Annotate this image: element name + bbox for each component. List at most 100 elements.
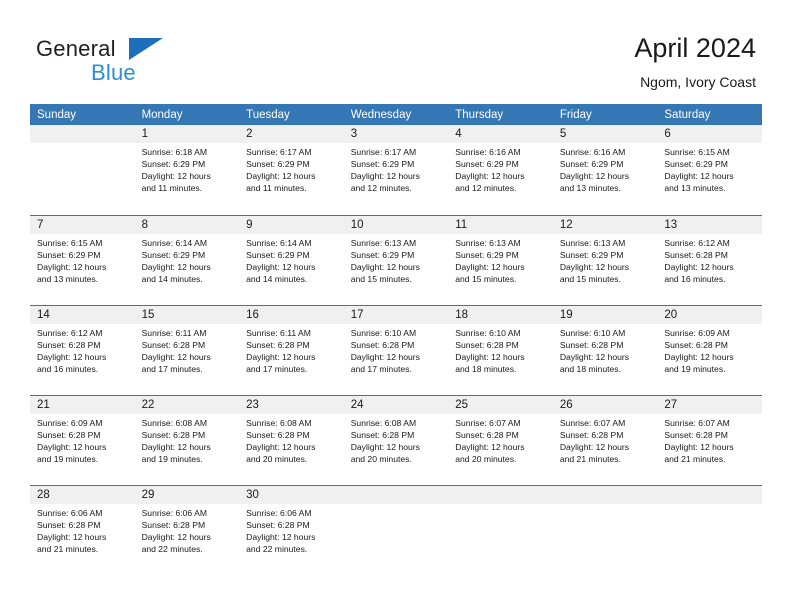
sunrise-time: Sunrise: 6:16 AM bbox=[559, 147, 626, 157]
calendar-day-cell[interactable]: 5 Sunrise: 6:16 AM Sunset: 6:29 PM Daylight… bbox=[552, 125, 658, 215]
calendar-day-cell[interactable]: 18 Sunrise: 6:10 AM Sunset: 6:28 PM Dayligh… bbox=[448, 304, 553, 395]
day-number bbox=[30, 125, 135, 143]
sunrise-time: Sunrise: 6:10 AM bbox=[350, 327, 417, 338]
daylight-duration-line2: and 18 minutes. bbox=[559, 363, 621, 374]
sunrise-time: Sunrise: 6:14 AM bbox=[141, 237, 208, 248]
sunrise-time: Sunrise: 6:10 AM bbox=[559, 327, 626, 338]
calendar-cell-empty bbox=[343, 484, 449, 575]
daylight-duration-line1: Daylight: 12 hours bbox=[246, 441, 316, 452]
sunrise-time: Sunrise: 6:17 AM bbox=[350, 147, 417, 157]
calendar-week-row: 21 Sunrise: 6:09 AM Sunset: 6:28 PM Dayligh… bbox=[30, 394, 762, 485]
daylight-duration-line1: Daylight: 12 hours bbox=[141, 261, 211, 272]
daylight-duration-line1: Daylight: 12 hours bbox=[559, 261, 630, 272]
calendar-week-row: 28 Sunrise: 6:06 AM Sunset: 6:28 PM Dayligh… bbox=[30, 484, 762, 575]
calendar-day-cell[interactable]: 26 Sunrise: 6:07 AM Sunset: 6:28 PM Dayligh… bbox=[552, 394, 658, 485]
calendar-day-cell[interactable]: 4 Sunrise: 6:16 AM Sunset: 6:29 PM Daylight… bbox=[448, 125, 553, 215]
daylight-duration-line1: Daylight: 12 hours bbox=[246, 351, 316, 362]
calendar-day-cell[interactable]: 22 Sunrise: 6:08 AM Sunset: 6:28 PM Dayligh… bbox=[134, 394, 240, 485]
day-number: 22 bbox=[134, 395, 240, 414]
calendar-cell-empty bbox=[448, 484, 553, 575]
daylight-duration-line1: Daylight: 12 hours bbox=[246, 171, 316, 182]
day-details: Sunrise: 6:11 AM Sunset: 6:28 PM Daylight:… bbox=[239, 324, 344, 375]
weekday-header-sunday: Sunday bbox=[30, 104, 135, 125]
calendar-day-cell[interactable]: 7 Sunrise: 6:15 AM Sunset: 6:29 PM Daylight… bbox=[30, 214, 135, 305]
calendar-day-cell[interactable]: 30 Sunrise: 6:06 AM Sunset: 6:28 PM Dayligh… bbox=[239, 484, 344, 575]
calendar-day-cell[interactable]: 1 Sunrise: 6:18 AM Sunset: 6:29 PM Daylight… bbox=[134, 125, 240, 215]
sunset-time: Sunset: 6:29 PM bbox=[350, 249, 415, 260]
sunrise-time: Sunrise: 6:14 AM bbox=[246, 237, 312, 248]
day-details: Sunrise: 6:13 AM Sunset: 6:29 PM Daylight:… bbox=[344, 234, 449, 285]
sunrise-time: Sunrise: 6:18 AM bbox=[141, 147, 208, 157]
calendar-week-row: 14 Sunrise: 6:12 AM Sunset: 6:28 PM Dayligh… bbox=[30, 304, 762, 395]
daylight-duration-line1: Daylight: 12 hours bbox=[37, 261, 107, 272]
day-details: Sunrise: 6:11 AM Sunset: 6:28 PM Daylight:… bbox=[135, 324, 240, 375]
page-header: General Blue April 2024 Ngom, Ivory Coas… bbox=[0, 0, 792, 100]
calendar-day-cell[interactable]: 19 Sunrise: 6:10 AM Sunset: 6:28 PM Dayligh… bbox=[552, 304, 658, 395]
day-number: 10 bbox=[343, 215, 449, 234]
calendar-body: 1 Sunrise: 6:18 AM Sunset: 6:29 PM Daylight… bbox=[30, 125, 762, 575]
day-number: 1 bbox=[134, 125, 240, 143]
daylight-duration-line1: Daylight: 12 hours bbox=[141, 351, 211, 362]
calendar-day-cell[interactable]: 3 Sunrise: 6:17 AM Sunset: 6:29 PM Daylight… bbox=[343, 125, 449, 215]
sunset-time: Sunset: 6:28 PM bbox=[664, 429, 728, 440]
daylight-duration-line2: and 18 minutes. bbox=[455, 363, 517, 374]
daylight-duration-line2: and 16 minutes. bbox=[37, 363, 99, 374]
calendar-day-cell[interactable]: 15 Sunrise: 6:11 AM Sunset: 6:28 PM Dayligh… bbox=[134, 304, 240, 395]
daylight-duration-line2: and 15 minutes. bbox=[559, 273, 621, 284]
sunset-time: Sunset: 6:29 PM bbox=[455, 249, 519, 260]
calendar-day-cell[interactable]: 27 Sunrise: 6:07 AM Sunset: 6:28 PM Dayligh… bbox=[657, 394, 762, 485]
daylight-duration-line2: and 20 minutes. bbox=[455, 453, 517, 464]
daylight-duration-line1: Daylight: 12 hours bbox=[246, 531, 316, 542]
calendar-day-cell[interactable]: 23 Sunrise: 6:08 AM Sunset: 6:28 PM Dayligh… bbox=[239, 394, 344, 485]
calendar-day-cell[interactable]: 16 Sunrise: 6:11 AM Sunset: 6:28 PM Dayligh… bbox=[239, 304, 344, 395]
daylight-duration-line1: Daylight: 12 hours bbox=[455, 441, 525, 452]
daylight-duration-line2: and 19 minutes. bbox=[141, 453, 203, 464]
calendar-day-cell[interactable]: 10 Sunrise: 6:13 AM Sunset: 6:29 PM Dayligh… bbox=[343, 214, 449, 305]
day-number: 11 bbox=[448, 215, 553, 234]
calendar-day-cell[interactable]: 14 Sunrise: 6:12 AM Sunset: 6:28 PM Dayligh… bbox=[30, 304, 135, 395]
sunset-time: Sunset: 6:29 PM bbox=[350, 159, 415, 170]
sunset-time: Sunset: 6:28 PM bbox=[37, 339, 101, 350]
sunset-time: Sunset: 6:28 PM bbox=[141, 429, 206, 440]
sunset-time: Sunset: 6:28 PM bbox=[559, 429, 624, 440]
daylight-duration-line2: and 21 minutes. bbox=[664, 453, 726, 464]
day-details: Sunrise: 6:07 AM Sunset: 6:28 PM Daylight:… bbox=[553, 414, 658, 465]
calendar-day-cell[interactable]: 8 Sunrise: 6:14 AM Sunset: 6:29 PM Daylight… bbox=[134, 214, 240, 305]
calendar-day-cell[interactable]: 24 Sunrise: 6:08 AM Sunset: 6:28 PM Dayligh… bbox=[343, 394, 449, 485]
daylight-duration-line1: Daylight: 12 hours bbox=[37, 351, 107, 362]
sunset-time: Sunset: 6:29 PM bbox=[37, 249, 101, 260]
calendar-day-cell[interactable]: 28 Sunrise: 6:06 AM Sunset: 6:28 PM Dayligh… bbox=[30, 484, 135, 575]
day-number: 2 bbox=[239, 125, 344, 143]
calendar-day-cell[interactable]: 17 Sunrise: 6:10 AM Sunset: 6:28 PM Dayligh… bbox=[343, 304, 449, 395]
logo-text-blue: Blue bbox=[91, 60, 136, 85]
sunrise-time: Sunrise: 6:08 AM bbox=[141, 417, 208, 428]
calendar-day-cell[interactable]: 21 Sunrise: 6:09 AM Sunset: 6:28 PM Dayligh… bbox=[30, 394, 135, 485]
calendar-day-cell[interactable]: 2 Sunrise: 6:17 AM Sunset: 6:29 PM Daylight… bbox=[239, 125, 344, 215]
daylight-duration-line1: Daylight: 12 hours bbox=[350, 171, 420, 182]
day-number: 23 bbox=[239, 395, 344, 414]
calendar-day-cell[interactable]: 13 Sunrise: 6:12 AM Sunset: 6:28 PM Dayligh… bbox=[657, 214, 762, 305]
calendar-day-cell[interactable]: 29 Sunrise: 6:06 AM Sunset: 6:28 PM Dayligh… bbox=[134, 484, 240, 575]
daylight-duration-line1: Daylight: 12 hours bbox=[664, 261, 734, 272]
calendar-day-cell[interactable]: 6 Sunrise: 6:15 AM Sunset: 6:29 PM Daylight… bbox=[657, 125, 762, 215]
day-number: 30 bbox=[239, 485, 344, 504]
daylight-duration-line2: and 17 minutes. bbox=[350, 363, 412, 374]
day-details: Sunrise: 6:09 AM Sunset: 6:28 PM Daylight:… bbox=[30, 414, 135, 465]
day-number: 9 bbox=[239, 215, 344, 234]
sunrise-time: Sunrise: 6:15 AM bbox=[664, 147, 730, 157]
day-details: Sunrise: 6:10 AM Sunset: 6:28 PM Daylight:… bbox=[448, 324, 553, 375]
day-details: Sunrise: 6:15 AM Sunset: 6:29 PM Daylight:… bbox=[30, 234, 135, 285]
sunset-time: Sunset: 6:28 PM bbox=[141, 519, 206, 530]
calendar-day-cell[interactable]: 25 Sunrise: 6:07 AM Sunset: 6:28 PM Dayligh… bbox=[448, 394, 553, 485]
sunset-time: Sunset: 6:28 PM bbox=[246, 339, 310, 350]
title-block: April 2024 Ngom, Ivory Coast bbox=[634, 32, 756, 91]
calendar-day-cell[interactable]: 20 Sunrise: 6:09 AM Sunset: 6:28 PM Dayligh… bbox=[657, 304, 762, 395]
day-details: Sunrise: 6:14 AM Sunset: 6:29 PM Daylight:… bbox=[239, 234, 344, 285]
sunset-time: Sunset: 6:28 PM bbox=[141, 339, 206, 350]
calendar-day-cell[interactable]: 9 Sunrise: 6:14 AM Sunset: 6:29 PM Daylight… bbox=[239, 214, 344, 305]
calendar-day-cell[interactable]: 11 Sunrise: 6:13 AM Sunset: 6:29 PM Dayligh… bbox=[448, 214, 553, 305]
sunset-time: Sunset: 6:29 PM bbox=[559, 159, 624, 170]
day-number: 8 bbox=[134, 215, 240, 234]
calendar-cell-empty bbox=[30, 125, 135, 215]
calendar-day-cell[interactable]: 12 Sunrise: 6:13 AM Sunset: 6:29 PM Dayligh… bbox=[552, 214, 658, 305]
